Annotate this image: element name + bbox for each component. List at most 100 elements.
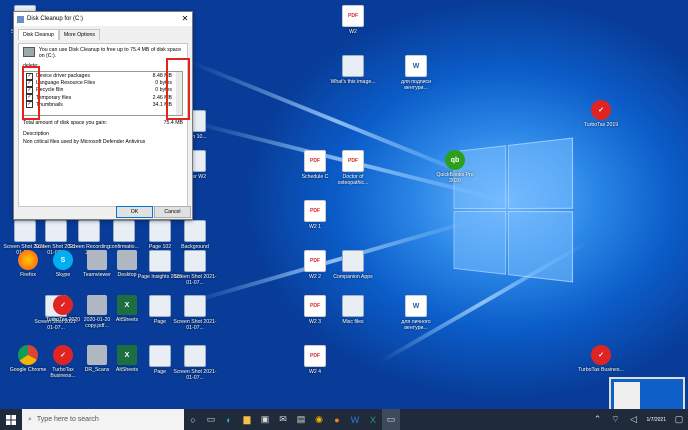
desktop-icon[interactable]: Wдля личного вентури... [393, 295, 439, 331]
img-file-icon [184, 220, 206, 242]
start-button[interactable] [0, 409, 22, 430]
desktop-icon[interactable]: ✓ TurboTax Busines... [578, 345, 624, 373]
volume-icon[interactable]: ◁ [625, 409, 643, 430]
desktop-icon-label: Screen Shot 2021-01-07... [173, 369, 217, 381]
desktop-icon[interactable]: qb QuickBooks Pro 2020 [432, 150, 478, 184]
desktop-icon[interactable]: ✓ TurboTax 2019 [578, 100, 624, 128]
img-file-icon [113, 220, 135, 242]
file-name: Temporary files [36, 94, 72, 101]
desktop-icon[interactable]: Misc files [330, 295, 376, 325]
desktop-icon-label: QuickBooks Pro 2020 [436, 172, 474, 184]
notification-icon[interactable]: ▢ [670, 409, 688, 430]
pdf-file-icon: PDF [304, 345, 326, 367]
img-file-icon [184, 295, 206, 317]
file-name: Thumbnails [36, 101, 63, 108]
tab-strip: Disk Cleanup More Options [18, 29, 192, 40]
desktop-icon[interactable]: Screen Shot 2021-01-07... [172, 345, 218, 381]
file-name: Recycle Bin [36, 87, 64, 94]
desktop-icon-label: Doctor of osteopathic... [337, 174, 369, 186]
desktop-icon-label: W2 4 [308, 369, 322, 375]
windows-start-icon [6, 414, 16, 425]
file-list-row[interactable]: ✓ Device driver packages 8.48 MB [24, 72, 182, 80]
file-list-row[interactable]: ✓ Recycle Bin 0 bytes [24, 86, 182, 94]
desktop-icon-label: What's this image... [330, 79, 376, 85]
img-file-icon [149, 345, 171, 367]
total-value: 75.4 MB [163, 120, 183, 127]
desktop-icon-label: Screen Shot 2021-01-07... [173, 274, 217, 286]
excel-icon[interactable]: X [364, 409, 382, 430]
img-file-icon [184, 250, 206, 272]
img-file-icon [342, 295, 364, 317]
desktop-icon[interactable]: PDF Doctor of osteopathic... [330, 150, 376, 186]
img-file-icon [342, 55, 364, 77]
taskbar-search-box[interactable]: ⌕ Type here to search [22, 409, 184, 430]
clock-date[interactable]: 1/7/2021 [643, 417, 670, 423]
doc-file-icon: W [405, 55, 427, 77]
file-list-row[interactable]: ✓ Language Resource Files 0 bytes [24, 79, 182, 87]
desktop-icon-label: Screen Shot 2021-01-07... [173, 319, 217, 331]
img-file-icon [184, 345, 206, 367]
img-file-icon [78, 220, 100, 242]
chrome-file-icon [18, 345, 38, 365]
desktop-icon-label: для личного вентури... [401, 319, 431, 331]
desktop-icon[interactable]: What's this image... [330, 55, 376, 85]
file-list-row[interactable]: ✓ Temporary files 2.46 MB [24, 94, 182, 102]
desktop-icon[interactable]: PDF W2 1 [292, 200, 338, 230]
file-explorer-icon[interactable]: ▆ [238, 409, 256, 430]
desktop-icon[interactable]: Screen Shot 2021-01-07... [172, 295, 218, 331]
gray-file-icon [117, 250, 137, 270]
firefox-icon[interactable]: ● [328, 409, 346, 430]
img-file-icon [149, 250, 171, 272]
tab-more-options[interactable]: More Options [58, 29, 100, 40]
disk-cleanup-taskbar-icon[interactable]: ▭ [382, 409, 400, 430]
fox-file-icon [18, 250, 38, 270]
annotation-box-checkboxes [22, 66, 40, 120]
file-name: Language Resource Files [36, 80, 96, 87]
pdf-file-icon: PDF [342, 150, 364, 172]
desktop-icon[interactable]: PDF W2 [330, 5, 376, 35]
tray-chevron-icon[interactable]: ⌃ [589, 409, 607, 430]
annotation-box-sizes [166, 58, 190, 120]
pdf-file-icon: PDF [304, 200, 326, 222]
desktop-icon[interactable]: PDF W2 4 [292, 345, 338, 375]
search-icon: ⌕ [28, 415, 32, 423]
desktop-icon-label: TurboTax Busines... [578, 367, 624, 373]
img-file-icon [149, 295, 171, 317]
qb-file-icon: qb [445, 150, 465, 170]
intro-text: You can use Disk Cleanup to free up to 7… [38, 47, 182, 60]
files-list[interactable]: ✓ Device driver packages 8.48 MB ✓ Language … [23, 71, 183, 117]
title-bar[interactable]: Disk Cleanup for (C:) ✕ [14, 12, 192, 26]
doc-file-icon: W [405, 295, 427, 317]
edge-icon[interactable]: ◐ [220, 409, 238, 430]
desktop-icon[interactable]: Wдля подписи вентури... [393, 55, 439, 91]
pdf-file-icon: PDF [304, 295, 326, 317]
mail-icon[interactable]: ✉ [274, 409, 292, 430]
task-view-icon[interactable]: ▭ [202, 409, 220, 430]
tab-disk-cleanup[interactable]: Disk Cleanup [18, 29, 59, 40]
tt-file-icon: ✓ [591, 100, 611, 120]
photos-icon[interactable]: ▤ [292, 409, 310, 430]
desktop-icon-label: Misc files [342, 319, 364, 325]
drive-icon [23, 47, 35, 57]
ok-button[interactable]: OK [116, 206, 153, 218]
description-label: Description [23, 131, 49, 138]
file-list-row[interactable]: ✓ Thumbnails 34.1 MB [24, 101, 182, 109]
word-icon[interactable]: W [346, 409, 364, 430]
chrome-icon[interactable]: ◉ [310, 409, 328, 430]
description-text: Non critical files used by Microsoft Def… [23, 139, 146, 146]
search-placeholder: Type here to search [36, 416, 99, 423]
store-icon[interactable]: ▣ [256, 409, 274, 430]
close-icon[interactable]: ✕ [178, 12, 192, 26]
cortana-icon[interactable]: ○ [184, 409, 202, 430]
pdf-file-icon: PDF [304, 250, 326, 272]
tt-file-icon: ✓ [53, 345, 73, 365]
desktop-icon[interactable]: Screen Shot 2021-01-07... [172, 250, 218, 286]
desktop-icon[interactable]: Companion Apps [330, 250, 376, 280]
files-to-delete-label: delete: [23, 63, 39, 70]
desktop-icon-label: Companion Apps [333, 274, 373, 280]
network-icon[interactable]: ⌔ [607, 409, 625, 430]
desktop-icon-label: для подписи вентури... [400, 79, 432, 91]
xl-file-icon: X [117, 345, 137, 365]
disk-cleanup-panel: You can use Disk Cleanup to free up to 7… [18, 43, 188, 207]
cancel-button[interactable]: Cancel [154, 206, 191, 218]
